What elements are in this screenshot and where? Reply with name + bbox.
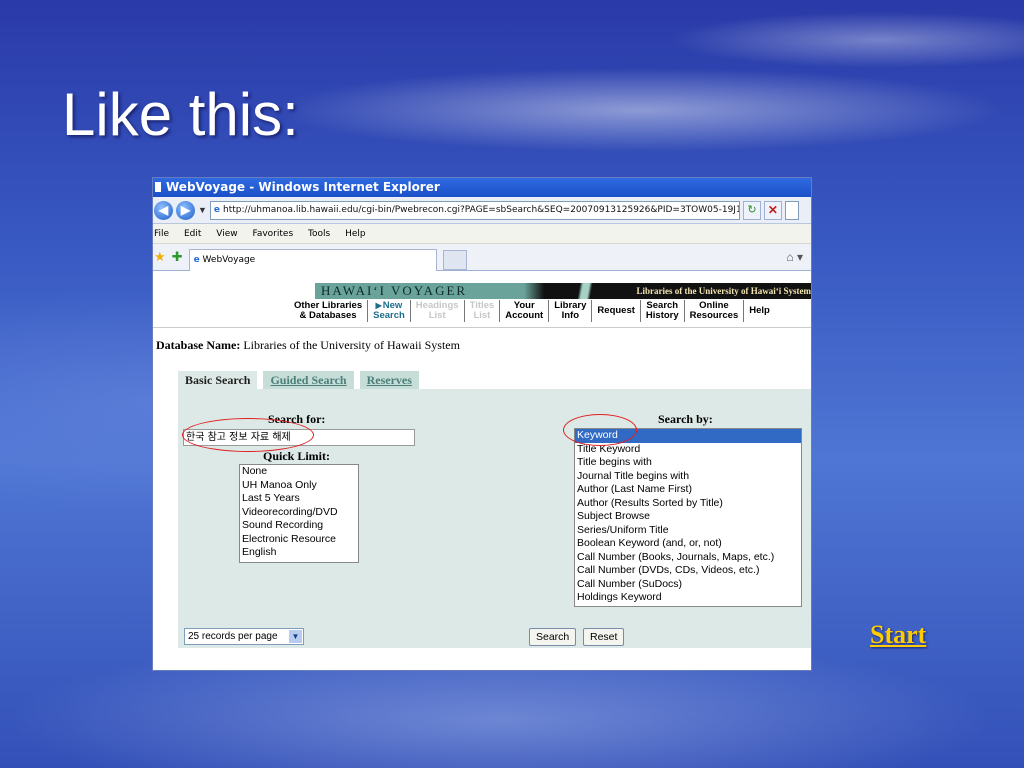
- quick-limit-option[interactable]: None: [240, 465, 358, 479]
- search-by-option[interactable]: Call Number (SuDocs): [575, 578, 801, 592]
- nav-library-info[interactable]: Library Info: [549, 300, 593, 322]
- search-by-option[interactable]: Journal Title begins with: [575, 470, 801, 484]
- search-by-option[interactable]: Boolean Keyword (and, or, not): [575, 537, 801, 551]
- menu-help[interactable]: Help: [345, 229, 366, 239]
- add-favorites-icon[interactable]: ✚: [172, 249, 183, 265]
- reset-button[interactable]: Reset: [583, 628, 625, 646]
- quick-limit-label: Quick Limit:: [263, 449, 331, 463]
- address-bar: ◀ ▶ ▼ e http://uhmanoa.lib.hawaii.edu/cgi…: [153, 197, 811, 224]
- forward-icon[interactable]: ▶: [176, 200, 195, 220]
- favorites-star-icon[interactable]: ★: [154, 249, 166, 265]
- search-by-option[interactable]: Author (Last Name First): [575, 483, 801, 497]
- live-search-input[interactable]: [784, 200, 799, 220]
- ie-icon: [155, 182, 161, 192]
- voyager-nav: Other Libraries & Databases ▶New Search He…: [289, 300, 775, 322]
- stop-icon[interactable]: ✕: [763, 200, 782, 220]
- search-button[interactable]: Search: [529, 628, 577, 646]
- menu-favorites[interactable]: Favorites: [252, 229, 293, 239]
- nav-help[interactable]: Help: [744, 300, 775, 322]
- highlight-oval-search: [182, 418, 314, 452]
- nav-online-resources[interactable]: Online Resources: [685, 300, 745, 322]
- search-by-label: Search by:: [658, 412, 713, 426]
- nav-new-search[interactable]: ▶New Search: [368, 300, 411, 322]
- tab-title: WebVoyage: [202, 254, 256, 265]
- nav-search-history[interactable]: Search History: [641, 300, 685, 322]
- quick-limit-option[interactable]: Last 5 Years: [240, 492, 358, 506]
- highlight-oval-keyword: [563, 414, 637, 446]
- search-by-option[interactable]: Subject Browse: [575, 510, 801, 524]
- url-input[interactable]: e http://uhmanoa.lib.hawaii.edu/cgi-bin/P…: [209, 200, 740, 220]
- url-text: http://uhmanoa.lib.hawaii.edu/cgi-bin/Pw…: [223, 204, 740, 215]
- nav-other-libraries[interactable]: Other Libraries & Databases: [289, 300, 369, 322]
- menu-edit[interactable]: Edit: [184, 229, 201, 239]
- refresh-icon[interactable]: ↻: [742, 200, 761, 220]
- tab-guided-search[interactable]: Guided Search: [263, 371, 354, 389]
- history-dropdown-icon[interactable]: ▼: [198, 205, 207, 215]
- window-title: WebVoyage - Windows Internet Explorer: [166, 180, 440, 194]
- browser-screenshot: WebVoyage - Windows Internet Explorer ◀ …: [152, 177, 812, 671]
- banner-subtitle: Libraries of the University of Hawai‘i S…: [636, 286, 811, 296]
- quick-limit-option[interactable]: English: [240, 546, 358, 560]
- window-titlebar: WebVoyage - Windows Internet Explorer: [153, 178, 811, 197]
- page-icon: e: [193, 254, 200, 265]
- search-by-option[interactable]: Call Number (Books, Journals, Maps, etc.…: [575, 551, 801, 565]
- page-icon: e: [213, 204, 221, 215]
- divider: [153, 327, 811, 328]
- quick-limit-option[interactable]: Sound Recording: [240, 519, 358, 533]
- voyager-banner: HAWAI‘I VOYAGER Libraries of the Univers…: [315, 283, 811, 299]
- start-link[interactable]: Start: [870, 620, 926, 650]
- home-icon[interactable]: ⌂ ▾: [786, 250, 803, 264]
- quick-limit-option[interactable]: UH Manoa Only: [240, 479, 358, 493]
- tab-basic-search[interactable]: Basic Search: [178, 371, 258, 389]
- records-per-page-select[interactable]: 25 records per page ▼: [184, 628, 304, 645]
- quick-limit-list[interactable]: None UH Manoa Only Last 5 Years Videorec…: [239, 464, 359, 563]
- nav-your-account[interactable]: Your Account: [500, 300, 550, 322]
- banner-name: HAWAI‘I VOYAGER: [321, 283, 468, 298]
- nav-titles-list: Titles List: [465, 300, 501, 322]
- search-by-option[interactable]: Series/Uniform Title: [575, 524, 801, 538]
- new-tab-button[interactable]: [442, 249, 467, 270]
- tab-reserves[interactable]: Reserves: [359, 371, 419, 389]
- tab-webvoyage[interactable]: e WebVoyage: [188, 248, 437, 271]
- database-name: Database Name: Libraries of the Universi…: [156, 338, 460, 352]
- back-icon[interactable]: ◀: [154, 200, 173, 220]
- search-tabs: Basic Search Guided Search Reserves: [178, 371, 419, 389]
- tab-bar: ★ ✚ e WebVoyage ⌂ ▾: [153, 244, 811, 271]
- search-by-list[interactable]: Keyword Title Keyword Title begins with …: [574, 428, 802, 607]
- arrow-icon: ▶: [375, 301, 382, 310]
- search-by-option[interactable]: Holdings Keyword: [575, 591, 801, 605]
- quick-limit-option[interactable]: Electronic Resource: [240, 533, 358, 547]
- banner-stripe: [555, 283, 615, 299]
- nav-headings-list: Headings List: [411, 300, 465, 322]
- menu-file[interactable]: File: [154, 229, 169, 239]
- slide-title: Like this:: [62, 81, 299, 148]
- menu-view[interactable]: View: [216, 229, 237, 239]
- menu-bar: File Edit View Favorites Tools Help: [153, 224, 811, 244]
- chevron-down-icon: ▼: [289, 630, 302, 643]
- search-by-option[interactable]: Author (Results Sorted by Title): [575, 497, 801, 511]
- menu-tools[interactable]: Tools: [308, 229, 330, 239]
- nav-request[interactable]: Request: [592, 300, 641, 322]
- search-by-option[interactable]: Call Number (DVDs, CDs, Videos, etc.): [575, 564, 801, 578]
- search-actions-bar: 25 records per page ▼ Search Reset: [178, 626, 811, 648]
- search-by-option[interactable]: Title begins with: [575, 456, 801, 470]
- quick-limit-option[interactable]: Videorecording/DVD: [240, 506, 358, 520]
